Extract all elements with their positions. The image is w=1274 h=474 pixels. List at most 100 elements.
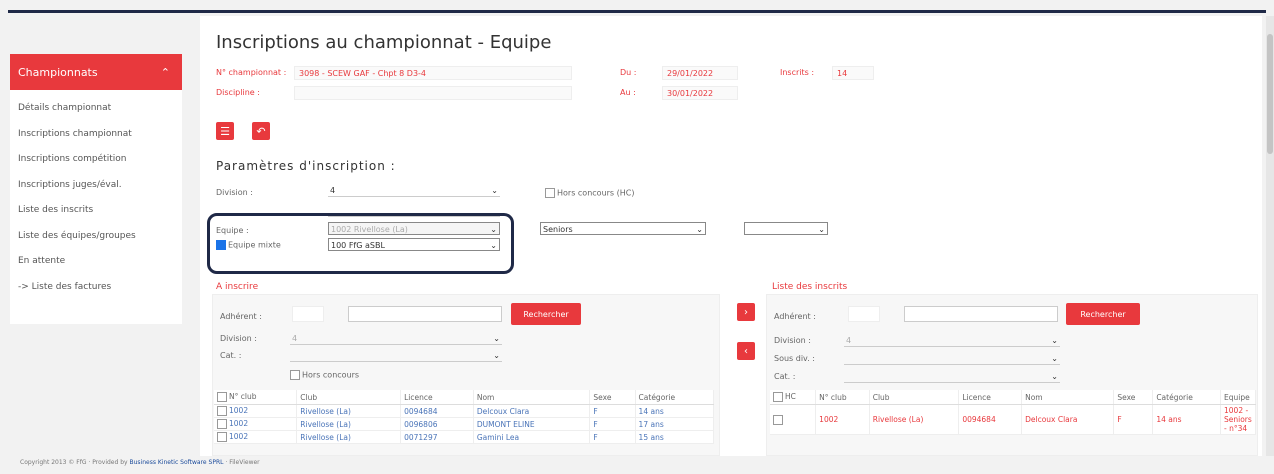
categorie-select-value: Seniors [543, 225, 573, 234]
a-inscrire-table: N° club Club Licence Nom Sexe Catégorie … [214, 390, 715, 444]
section-title-params: Paramètres d'inscription : [216, 159, 396, 173]
du-label: Du : [620, 68, 637, 77]
undo-icon[interactable]: ↶ [252, 122, 270, 140]
move-left-icon[interactable]: ‹ [737, 342, 755, 360]
sous-div-label: Sous div. : [774, 354, 815, 363]
checkbox-icon[interactable] [217, 419, 227, 429]
cell-club-number: 1002 [815, 404, 870, 435]
sidebar-item-liste-inscrits[interactable]: Liste des inscrits [10, 198, 182, 224]
column-header[interactable]: Licence [400, 390, 474, 405]
column-header[interactable]: Club [296, 390, 402, 405]
adherent-search-input[interactable] [348, 306, 502, 322]
inscrits-value: 14 [832, 66, 874, 80]
adherent-label: Adhérent : [220, 312, 262, 321]
liste-inscrits-title: Liste des inscrits [772, 282, 848, 292]
scrollbar-thumb[interactable] [1267, 34, 1273, 154]
footer-link[interactable]: Business Kinetic Software SPRL [129, 459, 223, 466]
au-value: 30/01/2022 [662, 86, 738, 100]
chevron-down-icon: ⌄ [1051, 354, 1058, 363]
checkbox-icon[interactable] [773, 392, 783, 402]
division-label: Division : [216, 188, 253, 197]
cell-sexe: F [1113, 404, 1154, 435]
cell-categorie: 14 ans [1152, 404, 1221, 435]
cell-equipe: 1002 - Seniors - n°34 [1220, 404, 1256, 435]
cell-nom: Delcoux Clara [1021, 404, 1115, 435]
column-header[interactable]: N° club [815, 390, 870, 405]
sous-div-select[interactable]: ⌄ [844, 352, 1060, 365]
inscrits-label: Inscrits : [780, 68, 815, 77]
chevron-down-icon: ⌄ [818, 225, 825, 234]
sidebar-item-details[interactable]: Détails championnat [10, 96, 182, 122]
top-accent-bar [8, 10, 1266, 13]
sidebar-item-inscriptions-juges[interactable]: Inscriptions juges/éval. [10, 173, 182, 199]
search-button-left[interactable]: Rechercher [511, 303, 581, 325]
list-icon[interactable]: ☰ [216, 122, 234, 140]
column-header[interactable]: Licence [958, 390, 1023, 405]
cell-club-number: 1002 [214, 430, 298, 444]
sidebar-item-en-attente[interactable]: En attente [10, 249, 182, 275]
hors-concours-check[interactable]: Hors concours (HC) [545, 188, 634, 198]
table-row[interactable]: 1002 Rivellose (La) 0094684 Delcoux Clar… [770, 404, 1256, 435]
division-select-left[interactable]: 4 ⌄ [290, 332, 502, 345]
column-header[interactable]: Catégorie [635, 390, 715, 405]
table-row[interactable]: 1002 Rivellose (La) 0071297 Gamini Lea F… [214, 430, 715, 444]
sidebar-item-inscriptions-competition[interactable]: Inscriptions compétition [10, 147, 182, 173]
cell-licence[interactable]: 0094684 [958, 404, 1023, 435]
division-select-right-value: 4 [846, 336, 852, 345]
extra-select[interactable]: ⌄ [744, 222, 828, 235]
column-header[interactable]: Sexe [1113, 390, 1154, 405]
column-header[interactable]: Nom [473, 390, 591, 405]
chevron-down-icon: ⌄ [1051, 336, 1058, 345]
checkbox-icon[interactable] [217, 406, 227, 416]
hors-concours-check-left[interactable]: Hors concours [290, 370, 359, 380]
categorie-select[interactable]: Seniors ⌄ [540, 222, 706, 235]
cell-licence[interactable]: 0071297 [400, 430, 474, 444]
sidebar-item-inscriptions-championnat[interactable]: Inscriptions championnat [10, 122, 182, 148]
highlight-box [207, 213, 514, 274]
division-select[interactable]: 4 ⌄ [328, 184, 500, 197]
sidebar-item-liste-equipes[interactable]: Liste des équipes/groupes [10, 224, 182, 250]
column-header[interactable]: Sexe [589, 390, 636, 405]
cat-select-left[interactable]: ⌄ [290, 349, 502, 362]
sidebar-item-liste-factures[interactable]: -> Liste des factures [10, 275, 182, 301]
adherent-search-input-right[interactable] [904, 306, 1058, 322]
cell-licence[interactable]: 0096806 [400, 417, 474, 431]
page-scrollbar[interactable] [1266, 16, 1274, 456]
checkbox-icon[interactable] [290, 370, 300, 380]
cell-club-number: 1002 [214, 417, 298, 431]
main-panel: Inscriptions au championnat - Equipe N° … [200, 16, 1262, 456]
column-header[interactable]: Equipe [1220, 390, 1256, 405]
cell-club: Rivellose (La) [296, 417, 402, 431]
chevron-down-icon: ⌄ [696, 225, 703, 234]
column-header[interactable]: Club [869, 390, 960, 405]
adherent-number-input[interactable] [292, 306, 324, 322]
table-header-row: N° club Club Licence Nom Sexe Catégorie [214, 390, 715, 405]
move-right-icon[interactable]: › [737, 303, 755, 321]
discipline-label: Discipline : [216, 88, 260, 97]
cell-categorie: 17 ans [635, 417, 715, 431]
cell-hc[interactable] [770, 404, 817, 435]
division-select-right[interactable]: 4 ⌄ [844, 334, 1060, 347]
table-header-row: HC N° club Club Licence Nom Sexe Catégor… [770, 390, 1256, 405]
column-header[interactable]: HC [770, 390, 817, 405]
table-row[interactable]: 1002 Rivellose (La) 0096806 DUMONT ELINE… [214, 417, 715, 431]
checkbox-icon[interactable] [545, 188, 555, 198]
championnat-value: 3098 - SCEW GAF - Chpt 8 D3-4 [294, 66, 572, 80]
cell-club: Rivellose (La) [296, 404, 402, 418]
checkbox-icon[interactable] [217, 432, 227, 442]
search-button-right[interactable]: Rechercher [1066, 303, 1140, 325]
checkbox-icon[interactable] [217, 392, 227, 402]
cat-select-right[interactable]: ⌄ [844, 370, 1060, 383]
column-header[interactable]: Nom [1021, 390, 1115, 405]
column-header[interactable]: N° club [214, 390, 298, 405]
cell-club: Rivellose (La) [296, 430, 402, 444]
cell-sexe: F [589, 430, 636, 444]
adherent-number-input-right[interactable] [848, 306, 880, 322]
cell-nom: Gamini Lea [473, 430, 591, 444]
table-row[interactable]: 1002 Rivellose (La) 0094684 Delcoux Clar… [214, 404, 715, 418]
column-header[interactable]: Catégorie [1152, 390, 1221, 405]
cell-licence[interactable]: 0094684 [400, 404, 474, 418]
chevron-up-icon[interactable]: ⌃ [161, 66, 170, 79]
checkbox-icon[interactable] [773, 414, 783, 425]
sidebar-header-championnats[interactable]: Championnats ⌃ [10, 54, 182, 90]
